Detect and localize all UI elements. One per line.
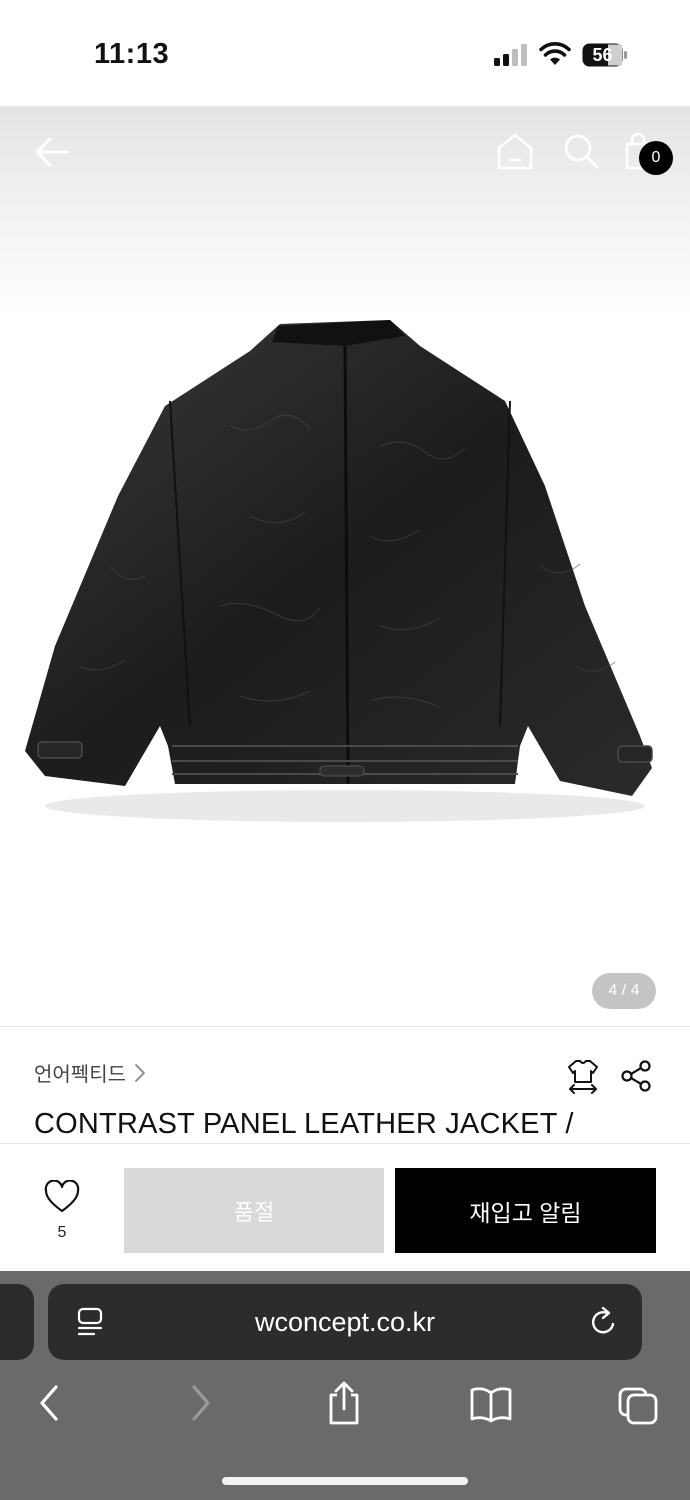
divider	[0, 1026, 690, 1027]
soldout-button: 품절	[124, 1168, 384, 1253]
heart-icon	[44, 1180, 80, 1213]
reload-icon[interactable]	[588, 1306, 620, 1338]
search-icon[interactable]	[560, 130, 602, 174]
product-title: CONTRAST PANEL LEATHER JACKET /	[34, 1108, 574, 1140]
browser-forward-icon[interactable]	[178, 1379, 222, 1427]
home-indicator	[222, 1477, 468, 1485]
cart-count-badge: 0	[639, 141, 673, 175]
chevron-right-icon	[135, 1063, 145, 1082]
address-bar[interactable]: wconcept.co.kr	[48, 1284, 642, 1360]
browser-toolbar: wconcept.co.kr	[0, 1271, 690, 1500]
status-time: 11:13	[94, 38, 170, 70]
previous-tab-preview[interactable]	[0, 1284, 34, 1360]
home-icon[interactable]	[494, 130, 536, 174]
brand-name: 언어펙티드	[34, 1064, 126, 1086]
restock-alert-button[interactable]: 재입고 알림	[395, 1168, 656, 1253]
size-guide-icon[interactable]	[566, 1058, 600, 1094]
status-bar: 11:13 56	[0, 0, 690, 106]
back-arrow-icon[interactable]	[30, 130, 74, 174]
battery-icon: 56	[582, 43, 628, 67]
share-sheet-icon[interactable]	[322, 1379, 366, 1427]
url-text: wconcept.co.kr	[254, 1306, 436, 1337]
product-image-gallery[interactable]: 4 / 4	[0, 106, 690, 1026]
wishlist-count: 5	[57, 1224, 67, 1241]
battery-level: 56	[592, 44, 613, 65]
product-photo-jacket	[25, 320, 653, 822]
purchase-action-bar: 5 품절 재입고 알림	[0, 1143, 690, 1271]
cellular-signal-icon	[494, 44, 527, 66]
browser-back-icon[interactable]	[28, 1379, 72, 1427]
wifi-icon	[539, 42, 571, 65]
brand-link[interactable]: 언어펙티드	[34, 1058, 146, 1087]
bookmarks-icon[interactable]	[469, 1379, 513, 1427]
tabs-icon[interactable]	[616, 1379, 660, 1427]
top-navigation	[0, 106, 690, 196]
gallery-page-indicator: 4 / 4	[592, 973, 656, 1009]
wishlist-button[interactable]: 5	[36, 1180, 88, 1250]
share-icon[interactable]	[620, 1059, 652, 1093]
